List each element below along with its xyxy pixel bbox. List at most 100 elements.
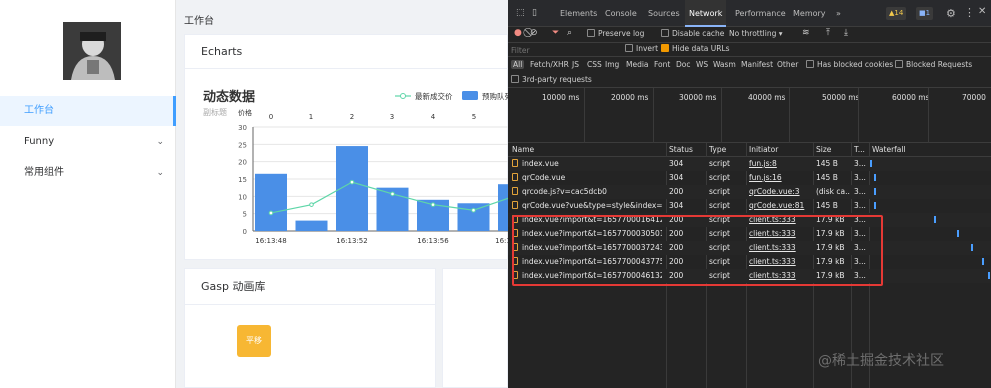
y-tick-label: 20 bbox=[238, 159, 247, 167]
download-icon[interactable]: ⤓ bbox=[844, 28, 848, 38]
table-row[interactable]: index.vue 304 script fun.js:8 145 B 3... bbox=[508, 157, 991, 171]
table-row[interactable]: qrCode.vue 304 script fun.js:16 145 B 3... bbox=[508, 171, 991, 185]
inspect-icon[interactable]: ⬚ bbox=[516, 8, 525, 18]
request-initiator[interactable]: fun.js:8 bbox=[749, 157, 811, 171]
tab-console[interactable]: Console bbox=[605, 0, 637, 27]
column-waterfall[interactable]: Waterfall bbox=[872, 143, 906, 157]
menu-item-label: Funny bbox=[24, 136, 55, 147]
upload-icon[interactable]: ⤒ bbox=[826, 28, 830, 38]
breadcrumb[interactable]: 工作台 bbox=[184, 12, 214, 27]
animated-box[interactable]: 平移 bbox=[237, 325, 271, 357]
request-time: 3... bbox=[854, 201, 866, 210]
more-tabs-button[interactable]: » bbox=[836, 0, 841, 27]
grid-line bbox=[789, 88, 790, 143]
echarts-card: Echarts 动态数据 副标题 0 5 10 15 20 25 30 价格 0 1 2 3 4 5 16:… bbox=[184, 34, 509, 260]
type-filter-all[interactable]: All bbox=[511, 60, 525, 69]
request-name-text: qrcode.js?v=cac5dcb0 bbox=[522, 187, 607, 196]
tab-elements[interactable]: Elements bbox=[560, 0, 597, 27]
request-size: (disk ca... bbox=[816, 187, 850, 196]
close-icon[interactable]: ✕ bbox=[978, 6, 986, 17]
gear-icon[interactable]: ⚙ bbox=[946, 7, 956, 20]
avatar[interactable] bbox=[63, 22, 121, 80]
info-badge[interactable]: ■1 bbox=[916, 7, 934, 20]
request-size: 145 B bbox=[816, 159, 838, 168]
preserve-log-checkbox[interactable]: Preserve log bbox=[587, 29, 644, 38]
x-tick-label: 16:13:48 bbox=[255, 237, 286, 245]
blocked-cookies-checkbox[interactable]: Has blocked cookies bbox=[806, 60, 893, 69]
type-filter-wasm[interactable]: Wasm bbox=[713, 60, 736, 69]
app-window: 工作台 Funny ⌄ 常用组件 ⌄ 工作台 Echarts 动态数据 副标题 … bbox=[0, 0, 509, 388]
request-name-text: qrCode.vue?vue&type=style&index=0... bbox=[522, 201, 662, 210]
column-size[interactable]: Size bbox=[816, 143, 831, 157]
column-time[interactable]: T... bbox=[854, 143, 865, 157]
invert-checkbox[interactable]: Invert bbox=[625, 44, 658, 53]
waterfall-bar bbox=[874, 202, 876, 209]
request-type: script bbox=[709, 173, 730, 182]
caret-down-icon: ▾ bbox=[778, 29, 783, 38]
filter-icon[interactable]: ⏷ bbox=[552, 28, 559, 38]
top-axis-label: 3 bbox=[390, 113, 394, 121]
line-point bbox=[430, 202, 436, 207]
requests-table-header: Name Status Type Initiator Size T... Wat… bbox=[508, 143, 991, 157]
grid-line bbox=[928, 88, 929, 143]
menu-item-funny[interactable]: Funny ⌄ bbox=[0, 127, 176, 157]
type-filter-ws[interactable]: WS bbox=[696, 60, 708, 69]
request-initiator[interactable]: qrCode.vue:3 bbox=[749, 185, 811, 199]
grid-line bbox=[653, 88, 654, 143]
wifi-icon[interactable]: ≋ bbox=[802, 28, 810, 38]
top-axis-label: 1 bbox=[309, 113, 313, 121]
table-row[interactable]: qrcode.js?v=cac5dcb0 200 script qrCode.vue:… bbox=[508, 185, 991, 199]
kebab-menu-icon[interactable]: ⋮ bbox=[964, 6, 975, 19]
grid-line bbox=[721, 88, 722, 143]
type-filter-js[interactable]: JS bbox=[572, 60, 579, 69]
request-name: qrcode.js?v=cac5dcb0 bbox=[512, 185, 662, 199]
hide-data-urls-checkbox[interactable]: Hide data URLs bbox=[661, 44, 730, 53]
network-toolbar: ● ⃠ ⊘ ⏷ ⌕ Preserve log Disable cache No … bbox=[508, 27, 991, 43]
chart: 0 5 10 15 20 25 30 价格 0 1 2 3 4 5 16:13:48 16:13:52 16:1… bbox=[238, 91, 509, 245]
grid-line bbox=[584, 88, 585, 143]
tab-performance[interactable]: Performance bbox=[735, 0, 786, 27]
column-status[interactable]: Status bbox=[669, 143, 693, 157]
type-filter-media[interactable]: Media bbox=[626, 60, 649, 69]
warnings-count: 14 bbox=[894, 9, 904, 17]
grid-line bbox=[858, 88, 859, 143]
tab-memory[interactable]: Memory bbox=[793, 0, 826, 27]
filter-bar: Invert Hide data URLs bbox=[508, 43, 991, 57]
throttling-select[interactable]: No throttling ▾ bbox=[729, 29, 783, 38]
record-icon[interactable]: ● bbox=[514, 28, 522, 38]
column-name[interactable]: Name bbox=[512, 143, 534, 157]
third-party-checkbox[interactable]: 3rd-party requests bbox=[511, 75, 592, 84]
checkbox-checked-icon bbox=[661, 44, 669, 52]
chevron-down-icon: ⌄ bbox=[156, 137, 164, 147]
line-point bbox=[268, 210, 274, 216]
line-point bbox=[471, 207, 476, 213]
column-initiator[interactable]: Initiator bbox=[749, 143, 778, 157]
disable-cache-checkbox[interactable]: Disable cache bbox=[661, 29, 724, 38]
menu-item-workbench[interactable]: 工作台 bbox=[0, 96, 176, 126]
filter-input[interactable] bbox=[511, 44, 617, 56]
checkbox-icon bbox=[625, 44, 633, 52]
type-filter-fetch[interactable]: Fetch/XHR bbox=[530, 60, 569, 69]
column-type[interactable]: Type bbox=[709, 143, 726, 157]
type-filter-doc[interactable]: Doc bbox=[676, 60, 691, 69]
tab-network[interactable]: Network bbox=[685, 0, 727, 27]
waterfall-bar bbox=[988, 272, 990, 279]
request-initiator[interactable]: fun.js:16 bbox=[749, 171, 811, 185]
tab-sources[interactable]: Sources bbox=[648, 0, 680, 27]
warnings-badge[interactable]: ▲14 bbox=[886, 7, 907, 20]
type-filter-img[interactable]: Img bbox=[605, 60, 619, 69]
type-filter-other[interactable]: Other bbox=[777, 60, 798, 69]
search-icon[interactable]: ⌕ bbox=[567, 28, 572, 38]
blocked-requests-checkbox[interactable]: Blocked Requests bbox=[895, 60, 972, 69]
table-row[interactable]: qrCode.vue?vue&type=style&index=0... 304 s… bbox=[508, 199, 991, 213]
network-overview[interactable]: 10000 ms 20000 ms 30000 ms 40000 ms 5000… bbox=[508, 88, 991, 143]
block-icon[interactable]: ⊘ bbox=[530, 28, 538, 38]
device-toolbar-icon[interactable]: ▯ bbox=[532, 8, 537, 18]
script-file-icon bbox=[512, 159, 518, 167]
menu-item-components[interactable]: 常用组件 ⌄ bbox=[0, 158, 176, 188]
checkbox-icon bbox=[661, 29, 669, 37]
request-initiator[interactable]: qrCode.vue:81 bbox=[749, 199, 811, 213]
type-filter-manifest[interactable]: Manifest bbox=[741, 60, 773, 69]
type-filter-font[interactable]: Font bbox=[654, 60, 670, 69]
type-filter-css[interactable]: CSS bbox=[587, 60, 602, 69]
